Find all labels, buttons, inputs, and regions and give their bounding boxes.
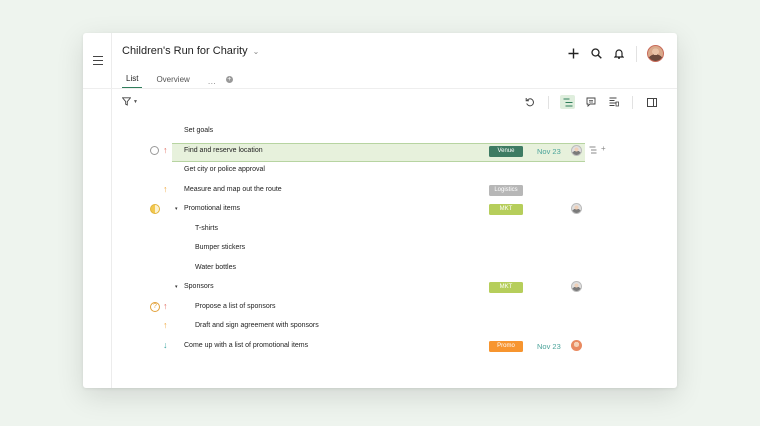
assignee-avatar[interactable] (571, 203, 582, 214)
task-title[interactable]: Sponsors (184, 283, 214, 290)
undo-icon[interactable] (522, 95, 537, 109)
task-title[interactable]: Bumper stickers (195, 244, 245, 251)
hamburger-icon[interactable] (93, 56, 103, 65)
status-in-progress-icon[interactable] (150, 204, 160, 214)
tool-divider (632, 95, 633, 109)
task-row[interactable]: ↑ Draft and sign agreement with sponsors (83, 317, 677, 337)
plus-icon[interactable] (566, 47, 580, 61)
task-row[interactable]: ↑ Measure and map out the route Logistics (83, 181, 677, 201)
search-icon[interactable] (589, 47, 603, 61)
assignee-avatar[interactable] (571, 144, 582, 156)
task-title[interactable]: Set goals (184, 127, 213, 134)
priority-medium-icon[interactable]: ↑ (163, 184, 168, 194)
task-title[interactable]: Measure and map out the route (184, 186, 282, 193)
tag-badge[interactable]: Venue (489, 145, 523, 157)
funnel-icon (122, 97, 131, 106)
expand-toggle-icon[interactable]: ▾ (175, 284, 178, 290)
tag-badge[interactable]: MKT (489, 282, 523, 293)
top-actions (566, 45, 664, 62)
app-window: Children's Run for Charity ⌄ List Overvi… (83, 33, 677, 388)
assignee-avatar[interactable] (571, 339, 582, 351)
tag-badge[interactable]: MKT (489, 204, 523, 215)
toolbar-divider (636, 45, 637, 62)
assignee-avatar[interactable] (571, 281, 582, 292)
due-date[interactable]: Nov 23 (537, 147, 561, 156)
task-title[interactable]: Get city or police approval (184, 166, 265, 173)
task-row[interactable]: ↑ Find and reserve location Venue Nov 23 + (83, 142, 677, 162)
status-open-icon[interactable] (150, 145, 159, 155)
task-row[interactable]: Get city or police approval (83, 161, 677, 181)
task-row[interactable]: Water bottles (83, 259, 677, 279)
priority-high-icon[interactable]: ↑ (163, 301, 168, 311)
due-date[interactable]: Nov 23 (537, 342, 561, 351)
bell-icon[interactable] (612, 47, 626, 61)
tag-badge[interactable]: Logistics (489, 184, 523, 196)
task-title[interactable]: Water bottles (195, 264, 236, 271)
more-tabs-icon[interactable]: ··· (208, 79, 216, 88)
outline-view-icon[interactable] (560, 95, 575, 109)
task-row[interactable]: ? ↑ Propose a list of sponsors (83, 298, 677, 318)
side-panel-icon[interactable] (644, 95, 659, 109)
task-row[interactable]: Bumper stickers (83, 239, 677, 259)
project-title-text: Children's Run for Charity (122, 45, 248, 57)
task-title[interactable]: Draft and sign agreement with sponsors (195, 322, 319, 329)
chevron-down-icon: ▼ (133, 98, 138, 105)
task-row[interactable]: T-shirts (83, 220, 677, 240)
tab-overview[interactable]: Overview (152, 75, 193, 88)
task-title[interactable]: Promotional items (184, 205, 240, 212)
task-row[interactable]: Set goals (83, 122, 677, 142)
task-title[interactable]: Come up with a list of promotional items (184, 342, 308, 349)
chevron-down-icon[interactable]: ⌄ (253, 47, 260, 56)
expand-toggle-icon[interactable]: ▾ (175, 206, 178, 212)
task-title[interactable]: Propose a list of sponsors (195, 303, 276, 310)
priority-low-icon[interactable]: ↓ (163, 340, 168, 350)
comments-icon[interactable] (583, 95, 598, 109)
task-list: Set goals ↑ Find and reserve location Venue… (83, 122, 677, 356)
header-divider (83, 88, 677, 89)
task-title[interactable]: T-shirts (195, 225, 218, 232)
priority-medium-icon[interactable]: ↑ (163, 320, 168, 330)
task-row[interactable]: ↓ Come up with a list of promotional item… (83, 337, 677, 357)
details-view-icon[interactable] (606, 95, 621, 109)
task-title[interactable]: Find and reserve location (184, 147, 263, 154)
add-tab-button[interactable]: + (225, 76, 233, 83)
project-title[interactable]: Children's Run for Charity ⌄ (122, 45, 259, 57)
filter-button[interactable]: ▼ (122, 97, 138, 106)
task-row[interactable]: ▾ Sponsors MKT (83, 278, 677, 298)
view-tools (522, 95, 659, 109)
status-question-icon[interactable]: ? (150, 301, 160, 312)
tab-list[interactable]: List (122, 74, 143, 88)
priority-high-icon[interactable]: ↑ (163, 145, 168, 155)
view-tabs: List Overview ··· + (122, 73, 233, 88)
add-subtask-icon[interactable]: + (601, 144, 606, 153)
task-row[interactable]: ▾ Promotional items MKT (83, 200, 677, 220)
tag-badge[interactable]: Promo (489, 340, 523, 352)
subtasks-icon[interactable] (589, 146, 597, 156)
tool-divider (548, 95, 549, 109)
user-avatar[interactable] (647, 45, 664, 62)
